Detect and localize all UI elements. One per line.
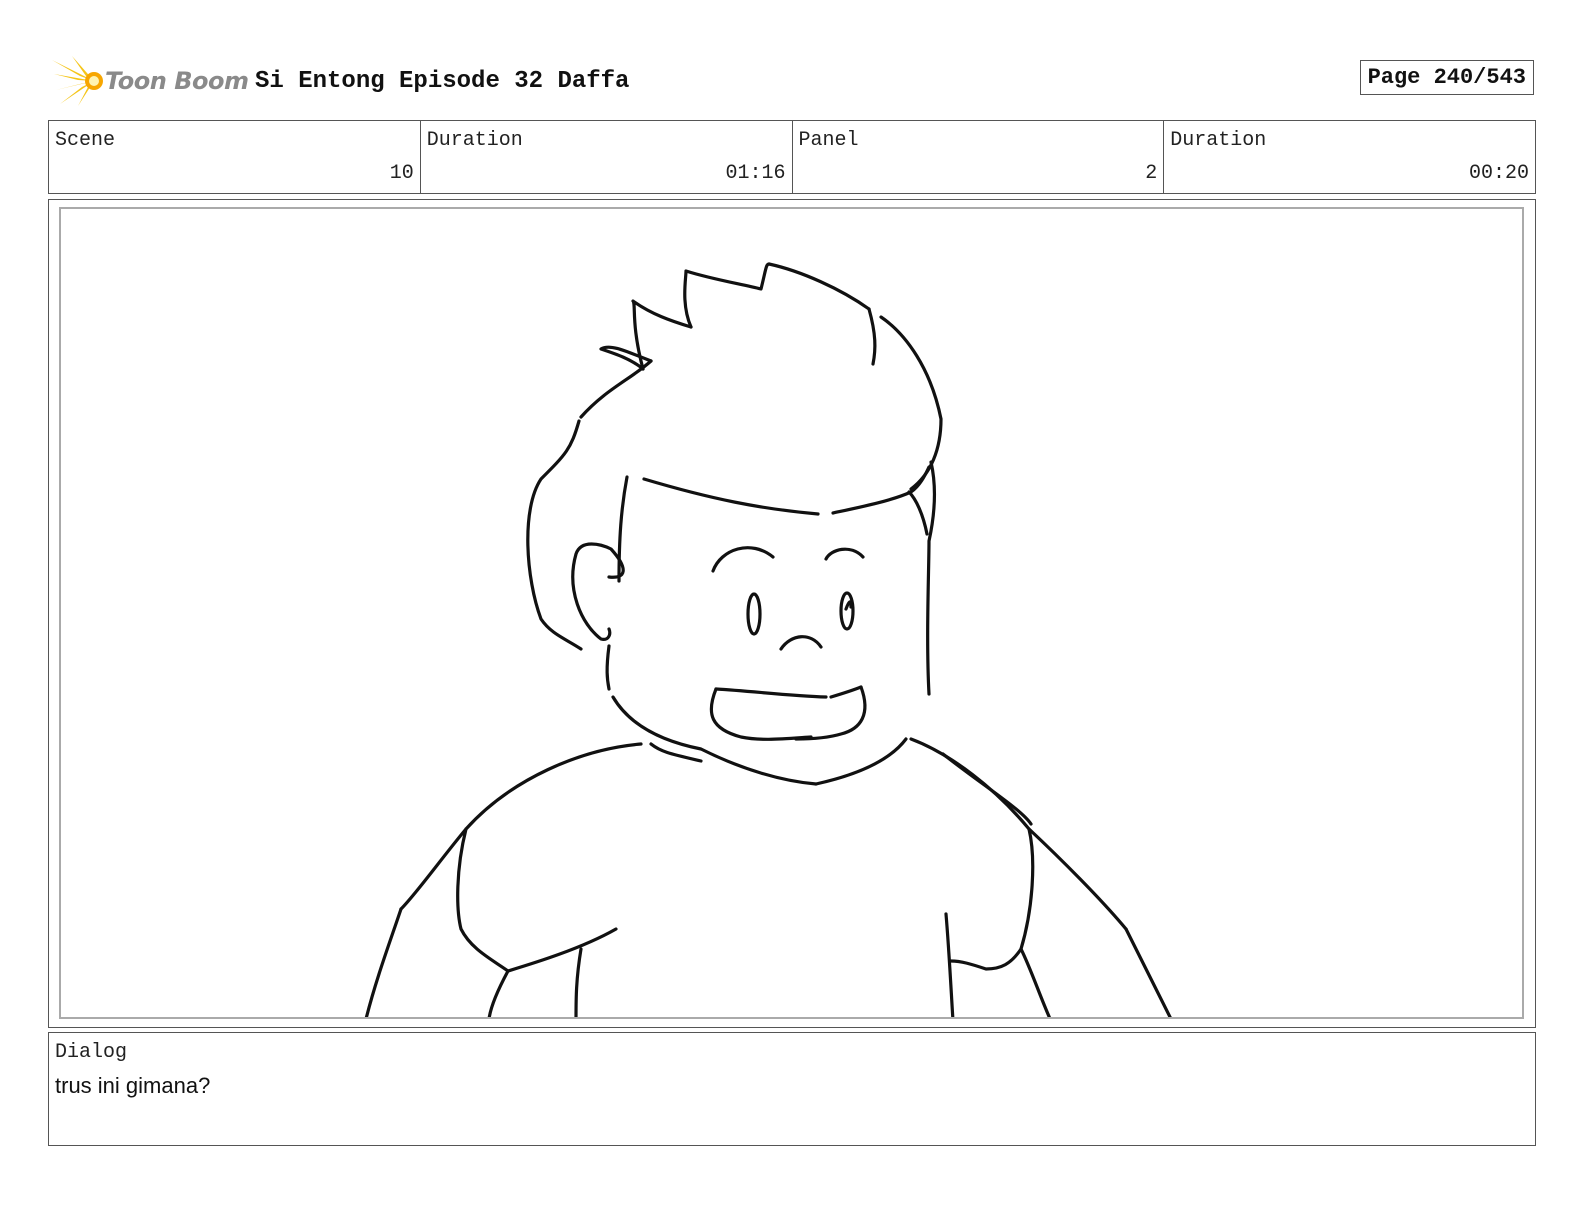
panel-duration-value: 00:20 bbox=[1468, 162, 1529, 185]
panel-cell: Panel 2 bbox=[793, 121, 1165, 193]
dialog-label: Dialog bbox=[55, 1041, 128, 1064]
document-title: Si Entong Episode 32 Daffa bbox=[255, 68, 630, 95]
toon-boom-flare-icon bbox=[52, 56, 103, 106]
storyboard-header: Toon Boom Si Entong Episode 32 Daffa Pag… bbox=[50, 52, 1538, 110]
dialog-text: trus ini gimana? bbox=[55, 1073, 211, 1098]
scene-value: 10 bbox=[389, 162, 414, 185]
scene-duration-value: 01:16 bbox=[725, 162, 786, 185]
logo-text: Toon Boom bbox=[105, 67, 249, 95]
page-number: Page 240/543 bbox=[1359, 60, 1534, 95]
panel-value: 2 bbox=[1145, 162, 1158, 185]
scene-duration-cell: Duration 01:16 bbox=[421, 121, 793, 193]
storyboard-panel bbox=[48, 199, 1536, 1028]
scene-label: Scene bbox=[55, 129, 116, 152]
dialog-box: Dialog trus ini gimana? bbox=[48, 1032, 1536, 1146]
toon-boom-logo: Toon Boom bbox=[50, 54, 249, 108]
panel-info-row: Scene 10 Duration 01:16 Panel 2 Duration… bbox=[48, 120, 1536, 194]
panel-duration-label: Duration bbox=[1170, 129, 1267, 152]
scene-cell: Scene 10 bbox=[49, 121, 421, 193]
scene-duration-label: Duration bbox=[426, 129, 523, 152]
panel-label: Panel bbox=[798, 129, 859, 152]
character-sketch bbox=[364, 262, 1172, 1017]
panel-drawing-area bbox=[59, 207, 1524, 1019]
panel-duration-cell: Duration 00:20 bbox=[1164, 121, 1535, 193]
